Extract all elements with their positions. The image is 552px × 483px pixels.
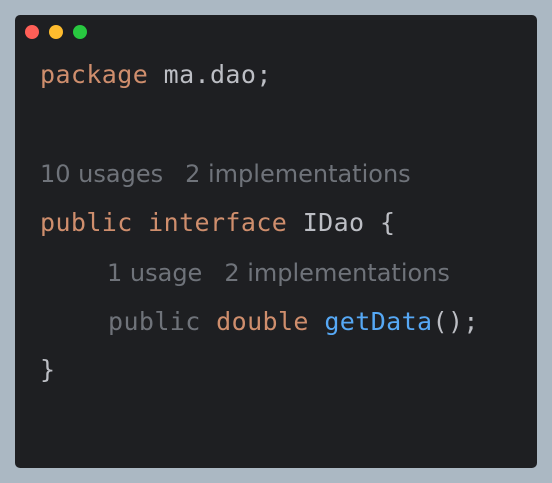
window-controls — [25, 25, 87, 39]
method-implementations-hint[interactable]: 2 implementations — [224, 259, 450, 287]
return-type: double — [216, 307, 309, 336]
interface-implementations-hint[interactable]: 2 implementations — [185, 160, 411, 188]
package-keyword: package — [40, 60, 149, 89]
method-usages-hint[interactable]: 1 usage — [107, 259, 202, 287]
close-brace-line: } — [40, 354, 55, 386]
method-name: getData — [324, 307, 433, 336]
code-window: package ma.dao; 10 usages 2 implementatio… — [15, 15, 537, 468]
interface-keyword: interface — [148, 208, 288, 237]
maximize-window-button[interactable] — [73, 25, 87, 39]
method-inlay-hint: 1 usage 2 implementations — [107, 257, 450, 289]
interface-name: IDao — [302, 208, 365, 237]
interface-usages-hint[interactable]: 10 usages — [40, 160, 163, 188]
interface-declaration: public interface IDao { — [40, 207, 395, 239]
close-window-button[interactable] — [25, 25, 39, 39]
interface-inlay-hint: 10 usages 2 implementations — [40, 158, 411, 190]
minimize-window-button[interactable] — [49, 25, 63, 39]
public-modifier: public — [40, 208, 133, 237]
package-name: ma.dao; — [163, 60, 272, 89]
package-declaration: package ma.dao; — [40, 59, 272, 91]
method-params: (); — [432, 307, 479, 336]
open-brace: { — [379, 208, 396, 237]
method-declaration: public double getData(); — [108, 306, 479, 338]
close-brace: } — [40, 355, 56, 384]
method-public-modifier: public — [108, 307, 201, 336]
